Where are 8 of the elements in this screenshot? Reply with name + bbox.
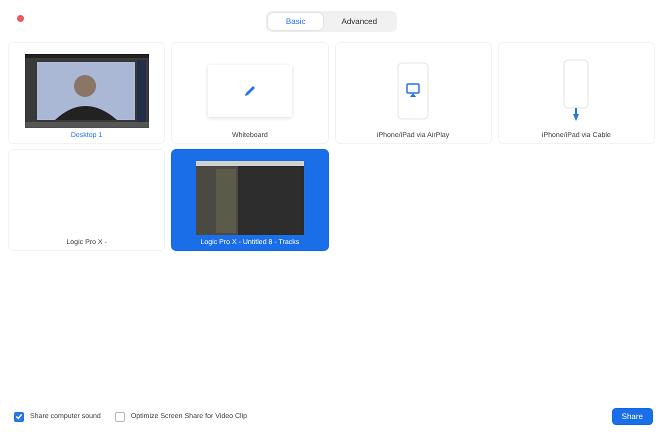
share-button[interactable]: Share [612,408,653,425]
tab[interactable]: Advanced [323,12,396,30]
close-button[interactable] [17,15,24,22]
checkbox[interactable] [14,412,24,422]
checkbox[interactable] [114,412,125,422]
phone-icon [397,62,430,120]
tab[interactable]: Basic [268,12,324,30]
whiteboard-icon [208,64,292,116]
